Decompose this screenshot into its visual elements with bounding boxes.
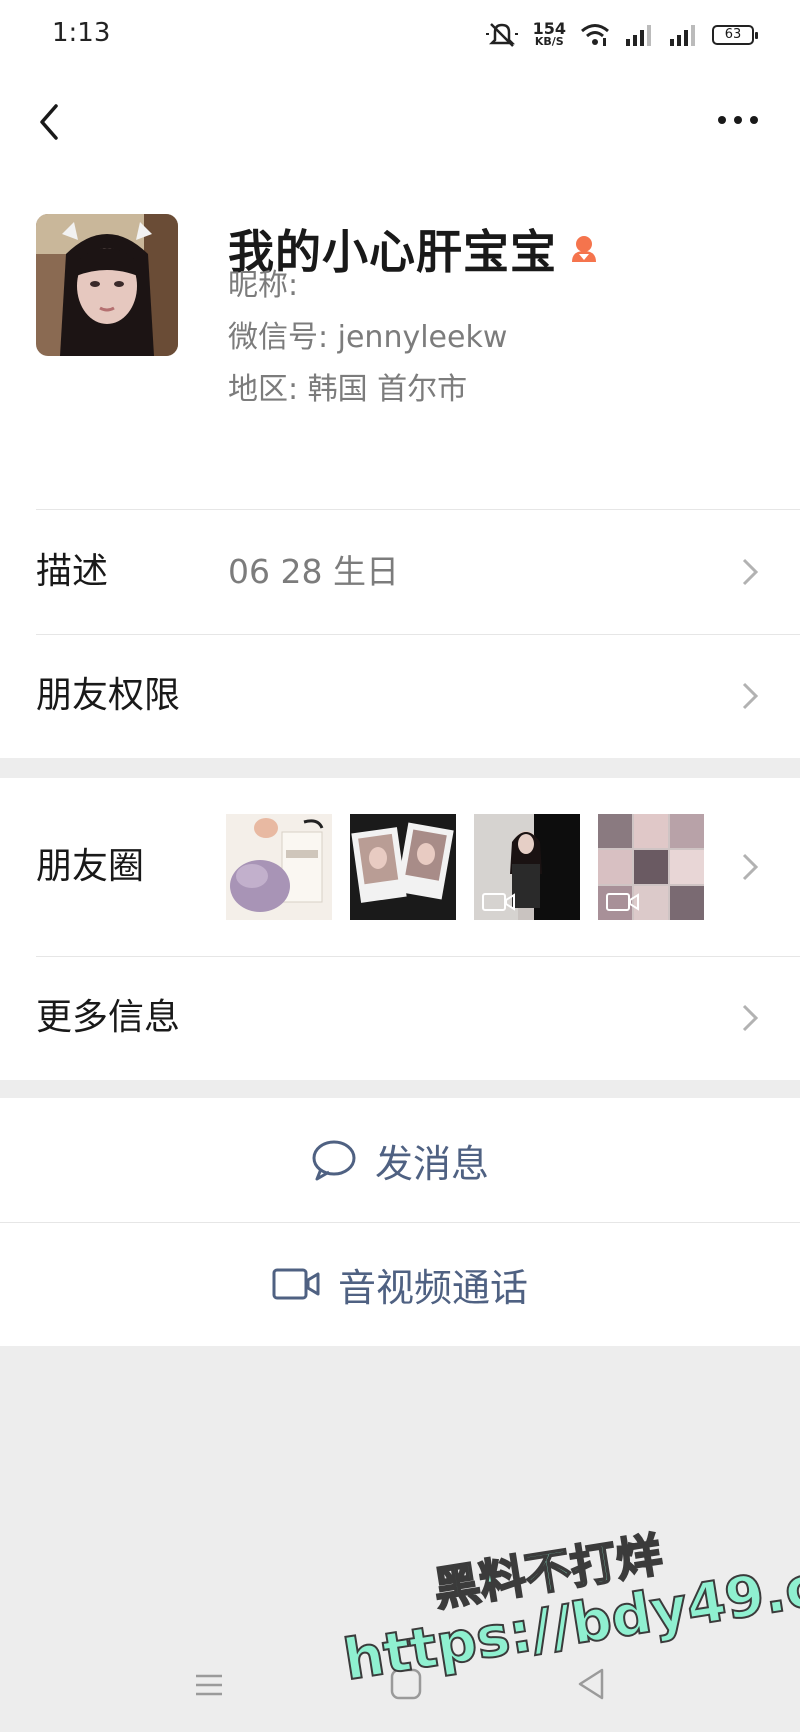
nickname-line: 昵称: [228, 268, 299, 303]
signal-icon-1 [626, 25, 651, 46]
send-message-button[interactable]: 发消息 [0, 1098, 800, 1222]
mute-bell-icon [485, 23, 518, 47]
moments-label: 朋友圈 [36, 846, 145, 887]
signal-icon-2 [670, 25, 695, 46]
moments-row[interactable]: 朋友圈 [0, 778, 800, 956]
profile-header: 我的小心肝宝宝 昵称: 微信号: jennyleekw 地区: 韩国 首尔市 [0, 176, 800, 510]
moment-thumbnail[interactable] [226, 814, 332, 920]
status-icons: 154 KB/S 63 [485, 19, 758, 50]
battery-icon: 63 [712, 25, 758, 45]
video-icon [482, 893, 515, 911]
wifi-icon [581, 24, 609, 46]
nav-bar [0, 76, 800, 176]
back-arrow-icon[interactable] [30, 100, 74, 144]
network-speed-unit: KB/S [534, 35, 564, 48]
more-icon[interactable] [716, 110, 760, 130]
status-bar: 1:13 154 KB/S 63 [0, 0, 800, 76]
avatar[interactable] [36, 214, 178, 356]
region-line: 地区: 韩国 首尔市 [228, 372, 468, 407]
permissions-row[interactable]: 朋友权限 [0, 634, 800, 758]
video-call-label: 音视频通话 [337, 1265, 528, 1310]
video-icon [606, 893, 639, 911]
description-row[interactable]: 描述 06 28 生日 [0, 510, 800, 634]
chevron-right-icon [742, 682, 759, 710]
actions-section: 发消息 音视频通话 [0, 1098, 800, 1346]
chevron-right-icon [742, 853, 759, 881]
moment-thumbnail[interactable] [474, 814, 580, 920]
more-info-label: 更多信息 [36, 997, 181, 1038]
send-message-label: 发消息 [374, 1141, 489, 1186]
moment-thumbnail[interactable] [350, 814, 456, 920]
moments-thumbnails [226, 814, 704, 920]
chevron-right-icon [742, 1004, 759, 1032]
info-section-1: 描述 06 28 生日 朋友权限 [0, 510, 800, 758]
video-camera-icon [272, 1268, 320, 1300]
menu-icon[interactable] [194, 1670, 224, 1700]
female-icon [572, 236, 596, 262]
status-time: 1:13 [52, 18, 111, 48]
chat-bubble-icon [312, 1140, 356, 1181]
video-call-button[interactable]: 音视频通话 [0, 1222, 800, 1346]
wechat-id-line: 微信号: jennyleekw [228, 320, 508, 355]
permissions-label: 朋友权限 [36, 675, 181, 716]
moment-thumbnail[interactable] [598, 814, 704, 920]
network-speed-value: 154 [532, 19, 566, 38]
info-section-2: 朋友圈 更多信息 [0, 778, 800, 1080]
description-value: 06 28 生日 [228, 552, 399, 591]
chevron-right-icon [742, 558, 759, 586]
more-info-row[interactable]: 更多信息 [0, 956, 800, 1080]
description-label: 描述 [36, 551, 109, 592]
network-speed: 154 KB/S [532, 19, 566, 49]
